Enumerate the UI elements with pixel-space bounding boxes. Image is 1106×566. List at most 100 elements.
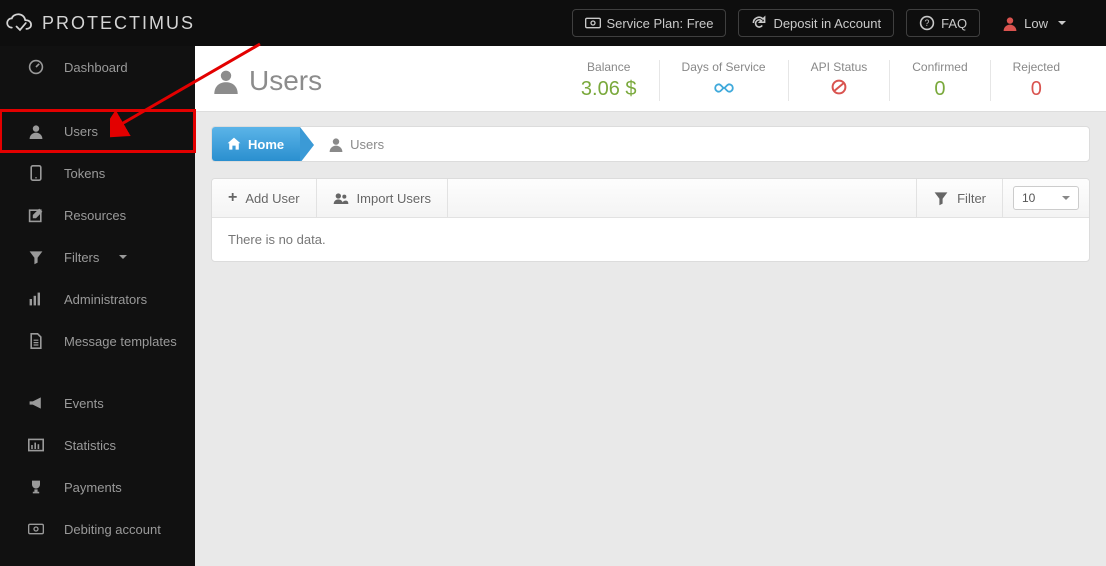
sidebar-item-statistics[interactable]: Statistics — [0, 424, 195, 466]
ban-icon — [831, 79, 847, 95]
page-size-select[interactable]: 10 — [1013, 186, 1079, 210]
page-title-text: Users — [249, 65, 322, 97]
metric-value — [682, 78, 766, 101]
sidebar-item-label: Payments — [64, 480, 122, 495]
security-level-label: Low — [1024, 16, 1048, 31]
main: Users Balance 3.06 $ Days of Service API… — [195, 46, 1106, 566]
user-icon — [26, 123, 46, 139]
brand-logo[interactable]: PROTECTIMUS — [0, 9, 195, 37]
deposit-button[interactable]: Deposit in Account — [738, 9, 894, 37]
import-users-button[interactable]: Import Users — [317, 179, 448, 217]
filter-button[interactable]: Filter — [917, 179, 1003, 217]
question-icon: ? — [919, 15, 935, 31]
trophy-icon — [26, 479, 46, 495]
security-level-menu[interactable]: Low — [992, 10, 1076, 36]
breadcrumb: Home Users — [211, 126, 1090, 162]
add-user-button[interactable]: + Add User — [212, 179, 317, 217]
money-icon — [26, 521, 46, 537]
sidebar-item-message-templates[interactable]: Message templates — [0, 320, 195, 362]
metric-label: Days of Service — [682, 60, 766, 74]
breadcrumb-current[interactable]: Users — [300, 127, 400, 161]
sidebar-item-label: Debiting account — [64, 522, 161, 537]
user-icon — [213, 68, 239, 94]
filter-label: Filter — [957, 191, 986, 206]
topbar: PROTECTIMUS Service Plan: Free Deposit i… — [0, 0, 1106, 46]
service-plan-label: Service Plan: Free — [607, 16, 714, 31]
brand-text: PROTECTIMUS — [42, 13, 195, 34]
page-size-cell: 10 — [1003, 179, 1089, 217]
faq-button[interactable]: ? FAQ — [906, 9, 980, 37]
brand-icon — [6, 9, 34, 37]
bullhorn-icon — [26, 395, 46, 411]
table-empty-text: There is no data. — [228, 232, 326, 247]
topbar-right: Service Plan: Free Deposit in Account ? … — [195, 9, 1096, 37]
bars-icon — [26, 291, 46, 307]
chart-icon — [26, 437, 46, 453]
chevron-down-icon — [1058, 21, 1066, 25]
sidebar-item-administrators[interactable]: Administrators — [0, 278, 195, 320]
sidebar-item-label: Dashboard — [64, 60, 128, 75]
metrics: Balance 3.06 $ Days of Service API Statu… — [559, 60, 1082, 101]
home-icon — [226, 136, 242, 152]
sidebar-item-filters[interactable]: Filters — [0, 236, 195, 278]
metric-api-status: API Status — [788, 60, 890, 101]
edit-icon — [26, 207, 46, 223]
sidebar-item-label: Resources — [64, 208, 126, 223]
metric-label: Confirmed — [912, 60, 967, 74]
page-header: Users Balance 3.06 $ Days of Service API… — [195, 46, 1106, 112]
table-toolbar: + Add User Import Users Filter 10 — [212, 179, 1089, 218]
sidebar-item-resources[interactable]: Resources — [0, 194, 195, 236]
sidebar: Dashboard Users Tokens Resources Filters… — [0, 46, 195, 566]
faq-label: FAQ — [941, 16, 967, 31]
sidebar-item-label: Tokens — [64, 166, 105, 181]
sidebar-item-label: Users — [64, 124, 98, 139]
page-body: Home Users + Add User Import Users — [195, 112, 1106, 566]
mobile-icon — [26, 165, 46, 181]
refresh-icon — [751, 15, 767, 31]
plus-icon: + — [228, 189, 237, 207]
sidebar-item-label: Filters — [64, 250, 99, 265]
sidebar-item-dashboard[interactable]: Dashboard — [0, 46, 195, 88]
deposit-label: Deposit in Account — [773, 16, 881, 31]
sidebar-item-tokens[interactable]: Tokens — [0, 152, 195, 194]
breadcrumb-home-label: Home — [248, 137, 284, 152]
sidebar-item-events[interactable]: Events — [0, 382, 195, 424]
filter-icon — [933, 190, 949, 206]
sidebar-item-label: Events — [64, 396, 104, 411]
breadcrumb-home[interactable]: Home — [212, 127, 300, 161]
metric-label: API Status — [811, 60, 868, 74]
data-table: + Add User Import Users Filter 10 — [211, 178, 1090, 262]
metric-rejected: Rejected 0 — [990, 60, 1082, 101]
money-icon — [585, 15, 601, 31]
filter-icon — [26, 249, 46, 265]
metric-days-of-service: Days of Service — [659, 60, 788, 101]
metric-label: Balance — [581, 60, 637, 74]
add-user-label: Add User — [245, 191, 299, 206]
metric-value — [811, 78, 868, 101]
svg-text:?: ? — [925, 18, 930, 28]
chevron-down-icon — [1062, 196, 1070, 200]
metric-label: Rejected — [1013, 60, 1060, 74]
sidebar-item-payments[interactable]: Payments — [0, 466, 195, 508]
chevron-down-icon — [119, 255, 127, 259]
table-body: There is no data. — [212, 218, 1089, 261]
sidebar-item-label: Administrators — [64, 292, 147, 307]
metric-value: 0 — [1013, 78, 1060, 101]
sidebar-item-debiting-account[interactable]: Debiting account — [0, 508, 195, 550]
page-size-value: 10 — [1022, 191, 1035, 205]
toolbar-spacer — [448, 179, 917, 217]
import-users-label: Import Users — [357, 191, 431, 206]
gauge-icon — [26, 59, 46, 75]
users-icon — [333, 190, 349, 206]
user-icon — [328, 136, 344, 152]
sidebar-item-users[interactable]: Users — [0, 110, 195, 152]
service-plan-button[interactable]: Service Plan: Free — [572, 9, 727, 37]
metric-confirmed: Confirmed 0 — [889, 60, 989, 101]
sidebar-item-label: Statistics — [64, 438, 116, 453]
metric-value: 0 — [912, 78, 967, 101]
metric-balance: Balance 3.06 $ — [559, 60, 659, 101]
breadcrumb-current-label: Users — [350, 137, 384, 152]
document-icon — [26, 333, 46, 349]
metric-value: 3.06 $ — [581, 78, 637, 101]
user-icon — [1002, 15, 1018, 31]
